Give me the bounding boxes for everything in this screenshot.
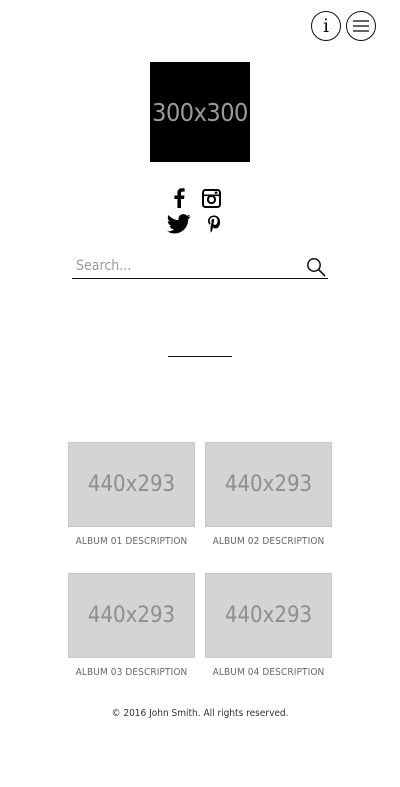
thumbnail-placeholder-text: 440x293 — [224, 603, 313, 628]
album-card-03[interactable]: 440x293 ALBUM 03 DESCRIPTION — [68, 573, 195, 678]
search-button[interactable] — [306, 257, 326, 277]
twitter-link[interactable] — [165, 212, 193, 236]
logo-placeholder[interactable]: 300x300 — [150, 62, 250, 162]
search-input[interactable] — [76, 257, 296, 275]
pinterest-icon — [208, 215, 221, 233]
pinterest-link[interactable] — [204, 213, 224, 235]
album-description[interactable]: ALBUM 03 DESCRIPTION — [68, 667, 195, 678]
hamburger-menu-icon — [353, 20, 369, 32]
album-thumbnail[interactable]: 440x293 — [68, 442, 195, 527]
album-thumbnail[interactable]: 440x293 — [205, 573, 332, 658]
footer-copyright: © 2016 John Smith. All rights reserved. — [111, 708, 289, 719]
album-description[interactable]: ALBUM 04 DESCRIPTION — [205, 667, 332, 678]
thumbnail-placeholder-text: 440x293 — [87, 472, 176, 497]
thumbnail-placeholder-text: 440x293 — [87, 603, 176, 628]
album-thumbnail[interactable]: 440x293 — [205, 442, 332, 527]
album-card-04[interactable]: 440x293 ALBUM 04 DESCRIPTION — [205, 573, 332, 678]
section-divider — [168, 356, 232, 357]
info-button[interactable]: i — [311, 11, 341, 41]
twitter-icon — [167, 214, 191, 234]
album-description[interactable]: ALBUM 01 DESCRIPTION — [68, 536, 195, 547]
facebook-link[interactable] — [170, 187, 188, 209]
facebook-icon — [174, 188, 185, 208]
album-card-01[interactable]: 440x293 ALBUM 01 DESCRIPTION — [68, 442, 195, 547]
search-bar — [72, 254, 328, 279]
album-thumbnail[interactable]: 440x293 — [68, 573, 195, 658]
thumbnail-placeholder-text: 440x293 — [224, 472, 313, 497]
album-description[interactable]: ALBUM 02 DESCRIPTION — [205, 536, 332, 547]
instagram-link[interactable] — [200, 187, 222, 209]
search-icon — [307, 258, 326, 277]
logo-placeholder-text: 300x300 — [152, 97, 248, 127]
menu-button[interactable] — [346, 11, 376, 41]
info-icon: i — [322, 15, 330, 37]
album-card-02[interactable]: 440x293 ALBUM 02 DESCRIPTION — [205, 442, 332, 547]
instagram-icon — [201, 188, 221, 208]
